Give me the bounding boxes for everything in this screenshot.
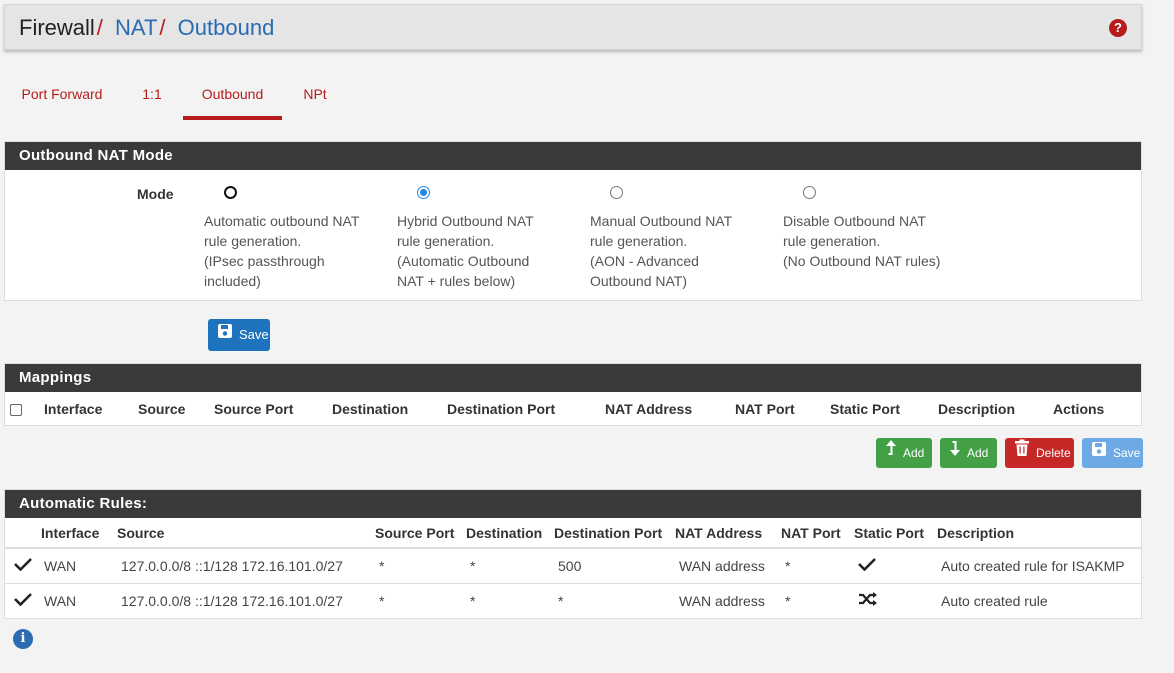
trash-icon: [1014, 438, 1030, 468]
radio-hybrid[interactable]: [417, 186, 430, 199]
mode-option-text: Disable Outbound NAT rule generation. (N…: [783, 213, 941, 269]
cell-interface: WAN: [40, 548, 116, 584]
save-label: Save: [1113, 446, 1141, 460]
cell-destination: *: [465, 583, 553, 619]
column-header: Source: [116, 518, 374, 549]
cell-description: Auto created rule for ISAKMP: [936, 548, 1141, 584]
select-all-cell: [5, 392, 43, 426]
outbound-nat-mode-panel: Outbound NAT Mode Mode Automatic outboun…: [4, 141, 1142, 301]
table-row: WAN 127.0.0.0/8 ::1/128 172.16.101.0/27 …: [5, 548, 1141, 584]
add-bottom-button[interactable]: Add: [940, 438, 997, 468]
tab-port-forward[interactable]: Port Forward: [4, 76, 120, 120]
cell-source-port: *: [374, 548, 465, 584]
mappings-save-button[interactable]: Save: [1082, 438, 1143, 468]
tab-npt[interactable]: NPt: [298, 76, 332, 120]
mappings-panel: Mappings Interface Source Source Port De…: [4, 363, 1142, 426]
column-header: NAT Address: [674, 518, 780, 549]
mode-label: Mode: [137, 186, 174, 202]
breadcrumb-outbound-link[interactable]: Outbound: [178, 15, 275, 40]
cell-nat-port: *: [780, 548, 853, 584]
column-header: NAT Port: [735, 401, 795, 417]
static-port-check-icon: [853, 548, 936, 584]
table-row: WAN 127.0.0.0/8 ::1/128 172.16.101.0/27 …: [5, 583, 1141, 619]
breadcrumb-nat-link[interactable]: NAT: [115, 15, 157, 40]
column-header: Destination Port: [553, 518, 674, 549]
panel-title: Mappings: [5, 364, 1141, 392]
cell-destination-port: *: [553, 583, 674, 619]
cell-nat-port: *: [780, 583, 853, 619]
column-header: Interface: [40, 518, 116, 549]
cell-source: 127.0.0.0/8 ::1/128 172.16.101.0/27: [116, 583, 374, 619]
add-top-button[interactable]: Add: [876, 438, 932, 468]
column-header: Destination Port: [447, 401, 556, 417]
radio-manual[interactable]: [610, 186, 623, 199]
breadcrumb-firewall: Firewall: [19, 15, 95, 40]
enabled-check-icon: [5, 548, 40, 584]
add-label: Add: [967, 446, 989, 460]
cell-interface: WAN: [40, 583, 116, 619]
column-header: Destination: [465, 518, 553, 549]
column-header: NAT Address: [605, 401, 693, 417]
delete-button[interactable]: Delete: [1005, 438, 1074, 468]
column-header: Destination: [332, 401, 409, 417]
mode-option-manual[interactable]: Manual Outbound NAT rule generation. (AO…: [590, 186, 760, 291]
mode-option-text: Manual Outbound NAT rule generation. (AO…: [590, 213, 733, 289]
radio-disable[interactable]: [803, 186, 816, 199]
column-header: Description: [936, 518, 1141, 549]
cell-destination: *: [465, 548, 553, 584]
add-label: Add: [903, 446, 925, 460]
delete-label: Delete: [1036, 446, 1071, 460]
column-header-status: [5, 518, 40, 549]
mode-option-text: Automatic outbound NAT rule generation. …: [204, 213, 360, 289]
column-header: Static Port: [830, 401, 901, 417]
breadcrumb-separator: /: [159, 15, 166, 40]
cell-source: 127.0.0.0/8 ::1/128 172.16.101.0/27: [116, 548, 374, 584]
mode-save-button[interactable]: Save: [208, 319, 270, 351]
save-label: Save: [239, 327, 269, 342]
info-icon[interactable]: i: [13, 629, 33, 649]
mode-option-text: Hybrid Outbound NAT rule generation. (Au…: [397, 213, 534, 289]
mappings-table: Interface Source Source Port Destination…: [5, 392, 1141, 426]
automatic-rules-table: Interface Source Source Port Destination…: [5, 518, 1141, 619]
enabled-check-icon: [5, 583, 40, 619]
cell-description: Auto created rule: [936, 583, 1141, 619]
arrow-down-turn-icon: [949, 438, 961, 468]
mode-option-automatic[interactable]: Automatic outbound NAT rule generation. …: [204, 186, 374, 291]
cell-nat-address: WAN address: [674, 548, 780, 584]
column-header: Actions: [1053, 401, 1105, 417]
cell-source-port: *: [374, 583, 465, 619]
radio-automatic[interactable]: [224, 186, 237, 199]
static-port-shuffle-icon: [853, 583, 936, 619]
column-header: Source Port: [214, 401, 294, 417]
automatic-rules-panel: Automatic Rules: Interface Source Source…: [4, 489, 1142, 619]
tab-outbound[interactable]: Outbound: [183, 76, 282, 120]
tab-one-to-one[interactable]: 1:1: [134, 76, 170, 120]
arrow-up-turn-icon: [885, 438, 897, 468]
column-header: Description: [938, 401, 1016, 417]
floppy-icon: [1091, 438, 1107, 468]
breadcrumb: Firewall/ NAT/ Outbound: [19, 15, 274, 41]
panel-title: Outbound NAT Mode: [5, 142, 1141, 170]
mode-option-disable[interactable]: Disable Outbound NAT rule generation. (N…: [783, 186, 953, 271]
floppy-icon: [217, 319, 233, 351]
column-header: Source: [138, 401, 186, 417]
column-header: NAT Port: [780, 518, 853, 549]
column-header: Interface: [44, 401, 103, 417]
cell-destination-port: 500: [553, 548, 674, 584]
panel-title: Automatic Rules:: [5, 490, 1141, 518]
help-icon[interactable]: ?: [1109, 19, 1127, 37]
column-header: Static Port: [853, 518, 936, 549]
mode-option-hybrid[interactable]: Hybrid Outbound NAT rule generation. (Au…: [397, 186, 567, 291]
cell-nat-address: WAN address: [674, 583, 780, 619]
select-all-checkbox[interactable]: [10, 404, 22, 417]
title-bar: Firewall/ NAT/ Outbound ?: [4, 4, 1142, 50]
column-header: Source Port: [374, 518, 465, 549]
breadcrumb-separator: /: [96, 15, 103, 40]
